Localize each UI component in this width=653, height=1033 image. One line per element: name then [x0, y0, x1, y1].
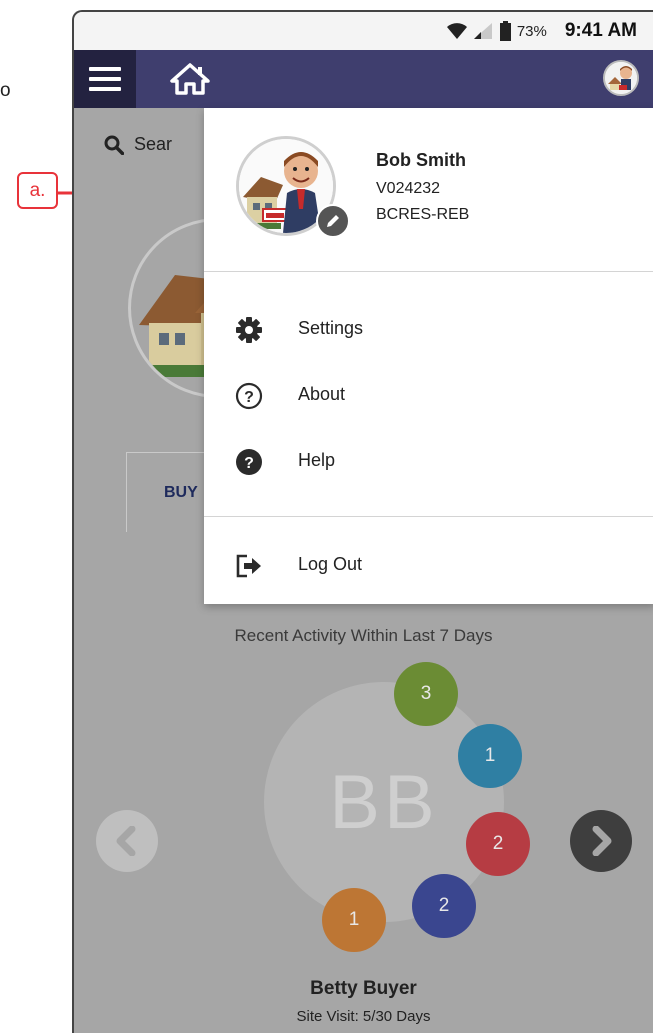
edit-profile-button[interactable] — [316, 204, 350, 238]
menu-item-logout[interactable]: Log Out — [204, 536, 653, 596]
phone-screen: 73% 9:41 AM Sear BUY Recent Activity Wit… — [72, 10, 653, 1033]
logout-icon — [234, 551, 264, 581]
battery-icon — [499, 21, 511, 41]
contact-name: Betty Buyer — [310, 978, 417, 999]
activity-bubble-5[interactable]: 1 — [322, 888, 386, 952]
search-bar[interactable]: Sear — [104, 134, 172, 155]
status-time: 9:41 AM — [564, 20, 637, 41]
app-header — [74, 50, 653, 108]
activity-bubble-3[interactable]: 2 — [466, 812, 530, 876]
activity-bubble-1[interactable]: 3 — [394, 662, 458, 726]
gear-icon — [234, 315, 264, 345]
avatar-image — [605, 62, 637, 94]
battery-percent: 73% — [516, 22, 547, 40]
home-icon[interactable] — [170, 63, 210, 95]
search-placeholder: Sear — [134, 134, 173, 154]
svg-text:?: ? — [244, 455, 254, 472]
chevron-right-icon — [592, 826, 612, 856]
question-circle-filled-icon: ? — [234, 447, 264, 477]
next-arrow-button[interactable] — [570, 810, 632, 872]
profile-id: V024232 — [376, 180, 441, 197]
menu-item-label: About — [298, 384, 346, 404]
cropped-text: o — [0, 80, 11, 101]
menu-item-label: Settings — [298, 318, 364, 338]
signal-icon — [473, 23, 492, 39]
menu-item-label: Log Out — [298, 554, 363, 574]
drawer-divider — [204, 516, 653, 517]
status-bar: 73% 9:41 AM — [74, 12, 653, 50]
activity-bubble-2[interactable]: 1 — [458, 724, 522, 788]
hamburger-icon[interactable] — [74, 50, 136, 108]
previous-arrow-button[interactable] — [96, 810, 158, 872]
wifi-icon — [446, 23, 467, 39]
user-avatar-button[interactable] — [603, 60, 639, 96]
chevron-left-icon — [116, 826, 136, 856]
contact-site-visit: Site Visit: 5/30 Days — [296, 1008, 431, 1025]
menu-item-about[interactable]: ? About — [204, 366, 653, 426]
profile-name: Bob Smith — [376, 150, 466, 170]
navigation-drawer: Bob Smith V024232 BCRES-REB Settings ? A… — [204, 108, 653, 604]
drawer-divider — [204, 271, 653, 272]
question-circle-outline-icon: ? — [234, 381, 264, 411]
menu-item-help[interactable]: ? Help — [204, 432, 653, 492]
search-icon — [104, 135, 124, 155]
menu-item-settings[interactable]: Settings — [204, 300, 653, 360]
activity-bubble-4[interactable]: 2 — [412, 874, 476, 938]
svg-text:?: ? — [244, 389, 254, 406]
pencil-icon — [327, 215, 339, 227]
menu-item-label: Help — [298, 450, 336, 470]
profile-board: BCRES-REB — [376, 206, 470, 223]
activity-title: Recent Activity Within Last 7 Days — [234, 626, 493, 645]
callout-label-a: a. — [17, 172, 58, 209]
tab-buy[interactable]: BUY — [164, 484, 198, 502]
